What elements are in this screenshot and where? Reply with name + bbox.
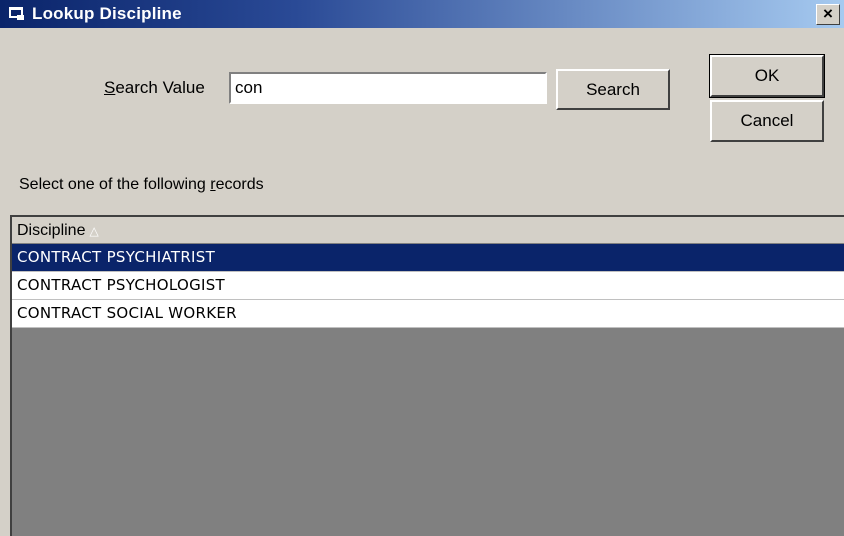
table-row[interactable]: CONTRACT PSYCHIATRIST	[12, 244, 844, 272]
ok-button[interactable]: OK	[710, 55, 824, 97]
window-title: Lookup Discipline	[32, 4, 182, 23]
records-grid[interactable]: Discipline △ CONTRACT PSYCHIATRIST CONTRA…	[10, 215, 844, 536]
instruction-text: Select one of the following	[19, 176, 211, 193]
close-button[interactable]: ×	[816, 4, 840, 25]
search-label-mnemonic: S	[104, 78, 116, 97]
title-bar[interactable]: Lookup Discipline ×	[0, 0, 844, 28]
column-header-label: Discipline	[17, 222, 86, 239]
column-header-discipline[interactable]: Discipline △	[12, 217, 844, 244]
table-row[interactable]: CONTRACT PSYCHOLOGIST	[12, 272, 844, 300]
search-label-text: earch Value	[115, 78, 205, 97]
search-button[interactable]: Search	[556, 69, 670, 110]
cancel-button[interactable]: Cancel	[710, 100, 824, 142]
search-input[interactable]	[229, 72, 547, 104]
instruction-text-end: ecords	[215, 176, 264, 193]
sort-ascending-icon: △	[89, 224, 99, 238]
search-value-label: Search Value	[104, 78, 205, 98]
instruction-label: Select one of the following records	[19, 176, 264, 194]
table-row[interactable]: CONTRACT SOCIAL WORKER	[12, 300, 844, 328]
app-window-icon	[9, 7, 25, 21]
